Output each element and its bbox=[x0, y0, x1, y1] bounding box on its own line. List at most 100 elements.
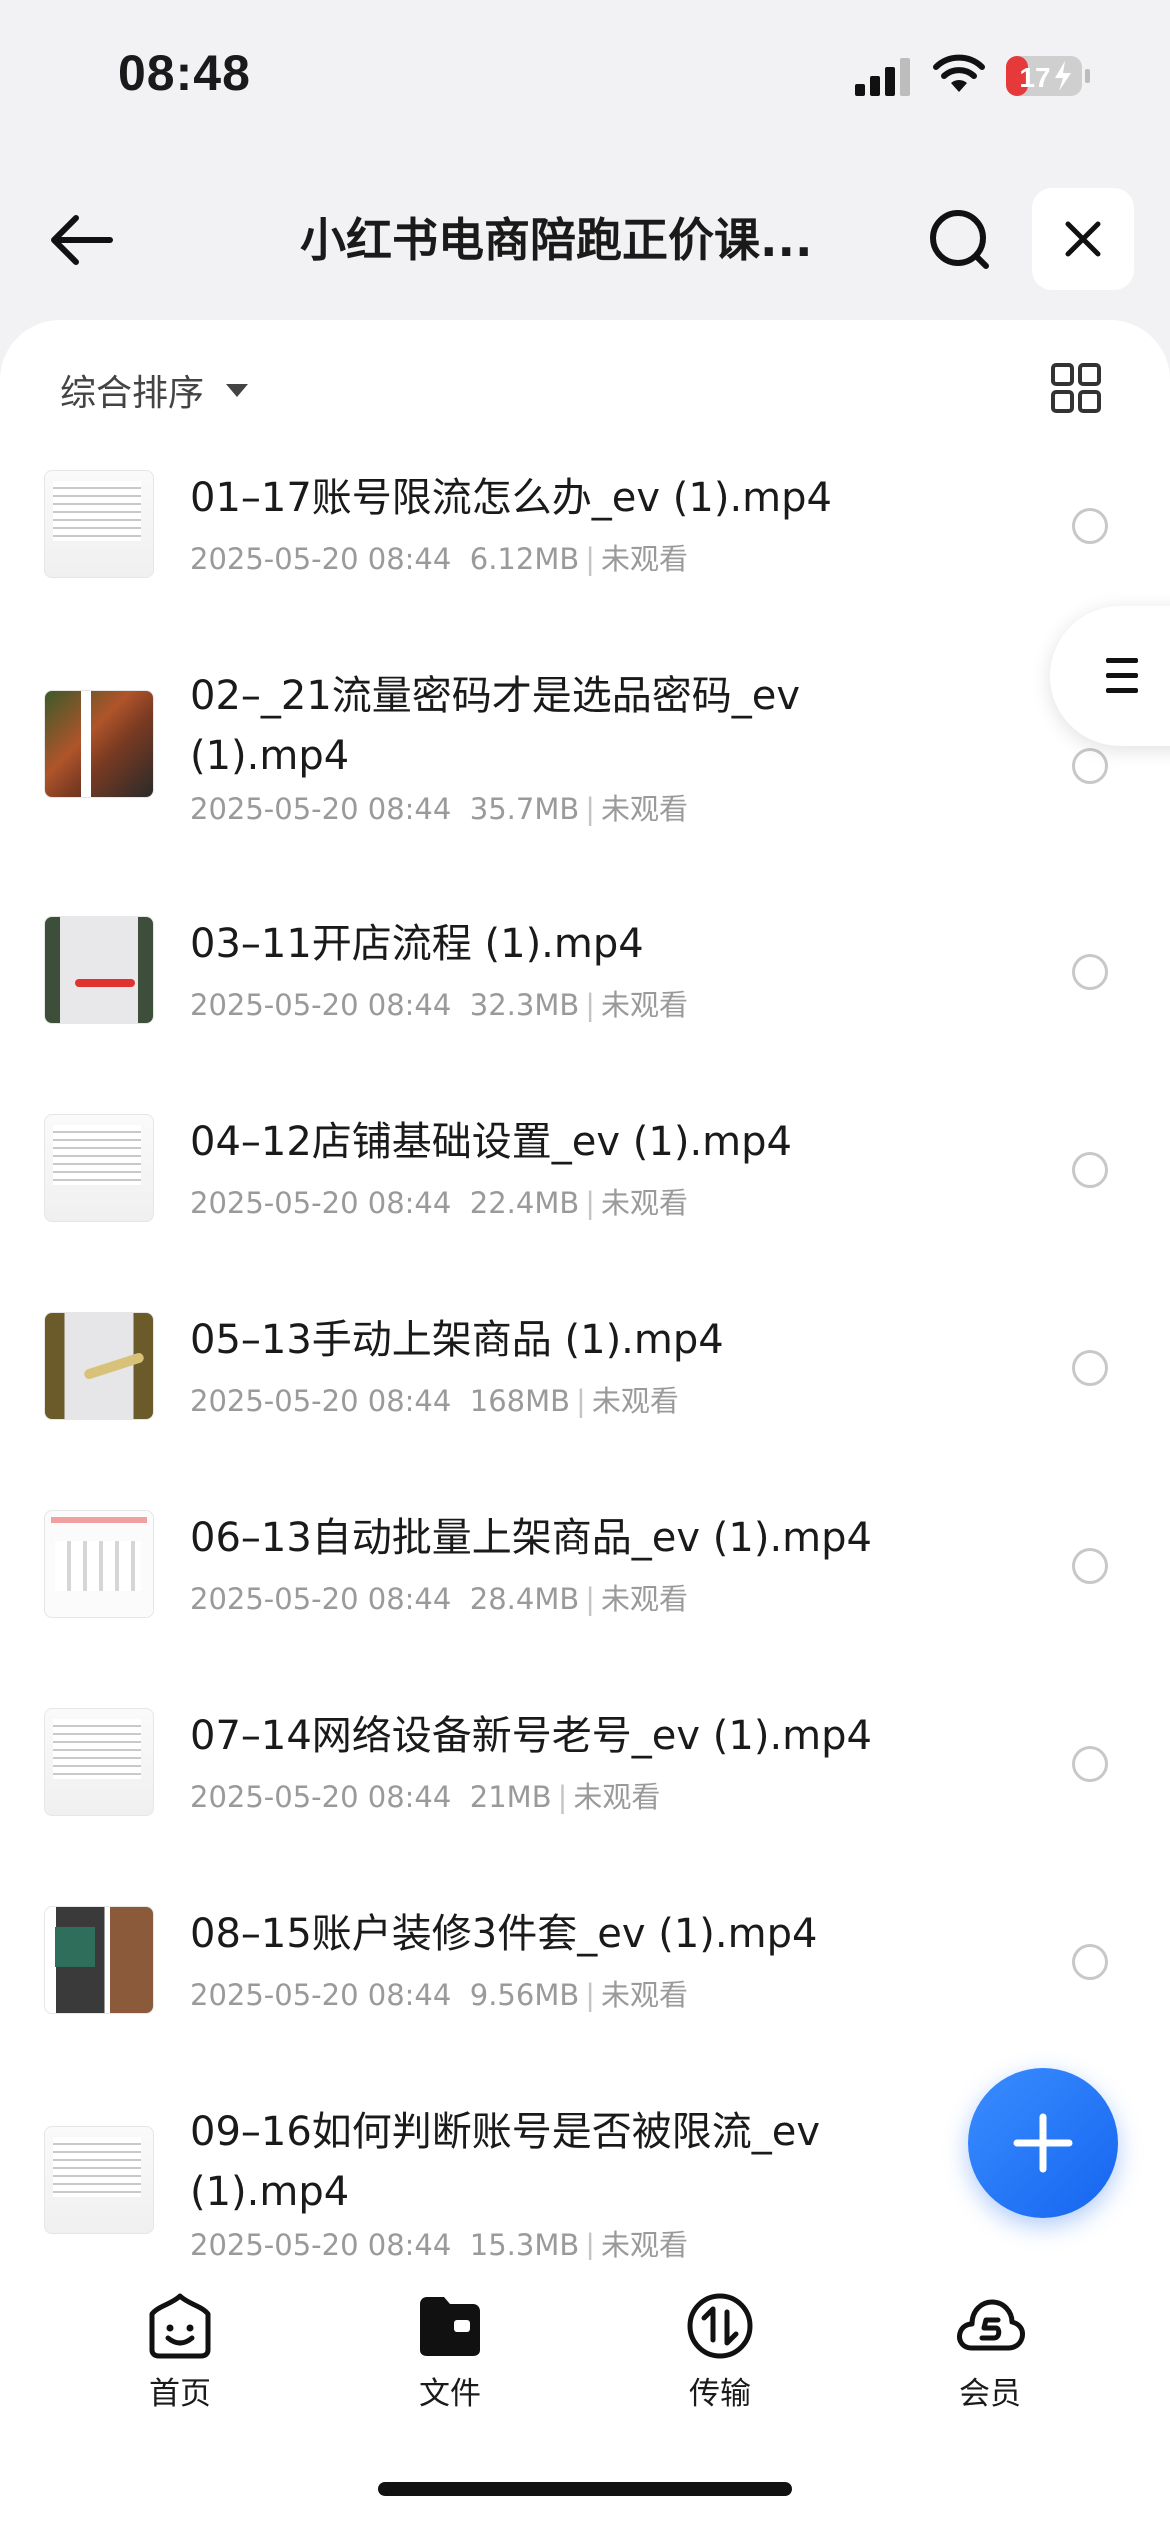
arrow-left-icon bbox=[51, 215, 113, 265]
file-size: 32.3MB bbox=[469, 988, 580, 1022]
battery-icon: 17 bbox=[1005, 55, 1091, 101]
watch-status: 未观看 bbox=[601, 988, 689, 1022]
plus-icon bbox=[1013, 2113, 1073, 2173]
tab-files-label: 文件 bbox=[419, 2376, 481, 2412]
watch-status: 未观看 bbox=[591, 1384, 679, 1418]
search-button[interactable] bbox=[920, 200, 1000, 280]
file-date: 2025-05-20 08:44 bbox=[190, 988, 452, 1022]
back-button[interactable] bbox=[40, 200, 120, 280]
video-thumbnail bbox=[44, 1510, 154, 1618]
cloud-vip-icon bbox=[957, 2299, 1025, 2351]
tab-transfer-label: 传输 bbox=[689, 2376, 751, 2412]
video-thumbnail bbox=[44, 690, 154, 798]
file-row[interactable]: 02–_21流量密码才是选品密码_ev (1).mp4 2025-05-20 0… bbox=[0, 648, 1170, 896]
file-list: 01–17账号限流怎么办_ev (1).mp4 2025-05-20 08:44… bbox=[0, 450, 1170, 2332]
menu-lines-icon bbox=[1106, 658, 1138, 693]
select-radio[interactable] bbox=[1072, 1746, 1108, 1782]
select-radio[interactable] bbox=[1072, 1350, 1108, 1386]
home-indicator bbox=[378, 2482, 792, 2496]
folder-icon bbox=[420, 2297, 480, 2356]
file-size: 6.12MB bbox=[469, 542, 580, 576]
file-meta: 2025-05-20 08:44 22.4MB | 未观看 bbox=[190, 1186, 689, 1220]
file-size: 35.7MB bbox=[469, 792, 580, 826]
select-radio[interactable] bbox=[1072, 954, 1108, 990]
file-date: 2025-05-20 08:44 bbox=[190, 1186, 452, 1220]
file-date: 2025-05-20 08:44 bbox=[190, 1384, 452, 1418]
file-row[interactable]: 08–15账户装修3件套_ev (1).mp4 2025-05-20 08:44… bbox=[0, 1886, 1170, 2084]
file-name: 09–16如何判断账号是否被限流_ev (1).mp4 bbox=[190, 2109, 821, 2215]
file-size: 9.56MB bbox=[469, 1978, 580, 2012]
file-meta: 2025-05-20 08:44 15.3MB | 未观看 bbox=[190, 2228, 689, 2262]
file-row[interactable]: 03–11开店流程 (1).mp4 2025-05-20 08:44 32.3M… bbox=[0, 896, 1170, 1094]
tab-transfer[interactable]: 传输 bbox=[620, 2290, 820, 2413]
watch-status: 未观看 bbox=[601, 1186, 689, 1220]
file-name: 03–11开店流程 (1).mp4 bbox=[190, 921, 644, 967]
file-name: 01–17账号限流怎么办_ev (1).mp4 bbox=[190, 475, 832, 521]
tab-home[interactable]: 首页 bbox=[80, 2290, 280, 2413]
file-name: 04–12店铺基础设置_ev (1).mp4 bbox=[190, 1119, 792, 1165]
file-row[interactable]: 05–13手动上架商品 (1).mp4 2025-05-20 08:44 168… bbox=[0, 1292, 1170, 1490]
search-icon bbox=[930, 210, 989, 269]
file-size: 28.4MB bbox=[469, 1582, 580, 1616]
file-meta: 2025-05-20 08:44 168MB | 未观看 bbox=[190, 1384, 679, 1418]
video-thumbnail bbox=[44, 916, 154, 1024]
file-meta: 2025-05-20 08:44 6.12MB | 未观看 bbox=[190, 542, 689, 576]
select-radio[interactable] bbox=[1072, 748, 1108, 784]
file-meta: 2025-05-20 08:44 32.3MB | 未观看 bbox=[190, 988, 689, 1022]
file-list-panel: 综合排序 01–17账号限流怎么办_ev (1).mp4 2025-05-20 … bbox=[0, 320, 1170, 2280]
file-date: 2025-05-20 08:44 bbox=[190, 792, 452, 826]
file-name: 02–_21流量密码才是选品密码_ev (1).mp4 bbox=[190, 673, 801, 779]
file-size: 22.4MB bbox=[469, 1186, 580, 1220]
tab-vip[interactable]: 会员 bbox=[890, 2290, 1090, 2413]
watch-status: 未观看 bbox=[601, 1582, 689, 1616]
caret-down-icon bbox=[226, 383, 249, 397]
tab-home-label: 首页 bbox=[149, 2376, 211, 2412]
wifi-icon bbox=[933, 54, 985, 92]
select-radio[interactable] bbox=[1072, 1152, 1108, 1188]
bottom-tab-bar: 首页 文件 传输 会员 bbox=[0, 2260, 1170, 2532]
video-thumbnail bbox=[44, 1312, 154, 1420]
file-date: 2025-05-20 08:44 bbox=[190, 542, 452, 576]
file-date: 2025-05-20 08:44 bbox=[190, 1780, 452, 1814]
grid-view-icon[interactable] bbox=[1050, 362, 1102, 414]
tab-vip-label: 会员 bbox=[959, 2376, 1021, 2412]
top-navigation-bar: 小红书电商陪跑正价课... bbox=[0, 170, 1170, 300]
close-icon bbox=[1065, 221, 1101, 257]
file-name: 08–15账户装修3件套_ev (1).mp4 bbox=[190, 1911, 818, 1957]
file-size: 21MB bbox=[469, 1780, 552, 1814]
sort-dropdown[interactable]: 综合排序 bbox=[60, 360, 249, 420]
status-time: 08:48 bbox=[118, 45, 251, 101]
file-date: 2025-05-20 08:44 bbox=[190, 1978, 452, 2012]
file-meta: 2025-05-20 08:44 9.56MB | 未观看 bbox=[190, 1978, 689, 2012]
video-thumbnail bbox=[44, 1906, 154, 2014]
cellular-signal-icon bbox=[855, 58, 910, 96]
watch-status: 未观看 bbox=[601, 1978, 689, 2012]
sort-label: 综合排序 bbox=[60, 373, 205, 414]
video-thumbnail bbox=[44, 2126, 154, 2234]
add-button[interactable] bbox=[968, 2068, 1118, 2218]
watch-status: 未观看 bbox=[601, 2228, 689, 2262]
watch-status: 未观看 bbox=[573, 1780, 661, 1814]
file-meta: 2025-05-20 08:44 21MB | 未观看 bbox=[190, 1780, 661, 1814]
close-button[interactable] bbox=[1032, 188, 1134, 290]
file-row[interactable]: 06–13自动批量上架商品_ev (1).mp4 2025-05-20 08:4… bbox=[0, 1490, 1170, 1688]
file-name: 05–13手动上架商品 (1).mp4 bbox=[190, 1317, 724, 1363]
page-title: 小红书电商陪跑正价课... bbox=[300, 213, 813, 267]
watch-status: 未观看 bbox=[601, 542, 689, 576]
transfer-icon bbox=[687, 2293, 753, 2359]
file-name: 07–14网络设备新号老号_ev (1).mp4 bbox=[190, 1713, 872, 1759]
tab-files[interactable]: 文件 bbox=[350, 2290, 550, 2413]
file-date: 2025-05-20 08:44 bbox=[190, 1582, 452, 1616]
file-meta: 2025-05-20 08:44 28.4MB | 未观看 bbox=[190, 1582, 689, 1616]
video-thumbnail bbox=[44, 1114, 154, 1222]
file-row[interactable]: 01–17账号限流怎么办_ev (1).mp4 2025-05-20 08:44… bbox=[0, 450, 1170, 648]
smiley-home-icon bbox=[149, 2293, 211, 2359]
select-radio[interactable] bbox=[1072, 508, 1108, 544]
video-thumbnail bbox=[44, 1708, 154, 1816]
select-radio[interactable] bbox=[1072, 1548, 1108, 1584]
file-size: 15.3MB bbox=[469, 2228, 580, 2262]
select-radio[interactable] bbox=[1072, 1944, 1108, 1980]
file-row[interactable]: 07–14网络设备新号老号_ev (1).mp4 2025-05-20 08:4… bbox=[0, 1688, 1170, 1886]
file-row[interactable]: 04–12店铺基础设置_ev (1).mp4 2025-05-20 08:44 … bbox=[0, 1094, 1170, 1292]
video-thumbnail bbox=[44, 470, 154, 578]
